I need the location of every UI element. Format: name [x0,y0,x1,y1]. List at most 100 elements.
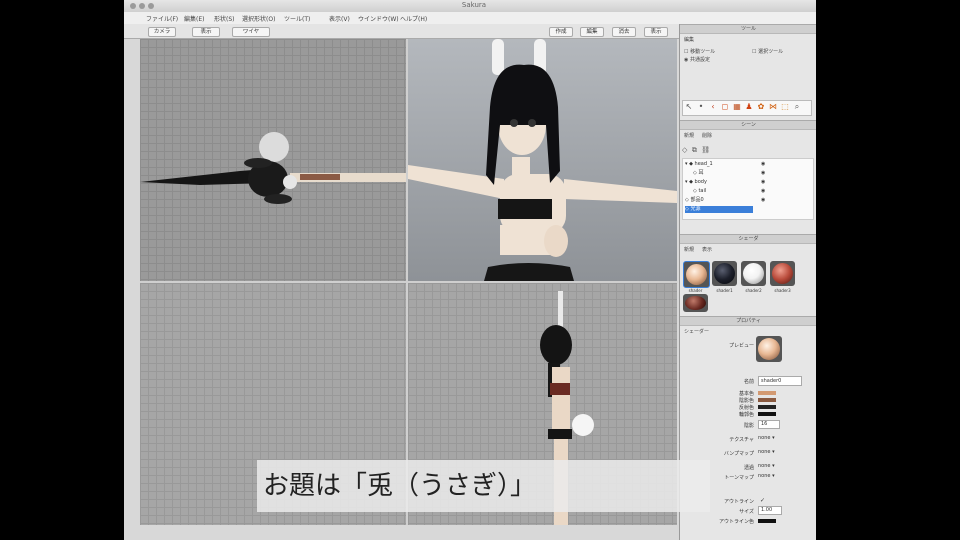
shader-tab-view[interactable]: 表示 [702,246,712,253]
texture-dropdown[interactable]: none ▾ [758,435,775,441]
flower-icon[interactable]: ✿ [756,102,766,112]
view-button[interactable]: 表示 [192,27,220,37]
bowtie-icon[interactable]: ⋈ [768,102,778,112]
menu-selected-shape[interactable]: 選択形状(O) [242,14,275,23]
outline-color-button[interactable] [758,519,776,523]
window-title: Sakura [461,1,487,9]
erase-button[interactable]: 消去 [612,27,636,37]
shader-ball [686,264,707,285]
color-label: 基本色 [738,391,754,397]
shadow-color-swatch[interactable] [758,398,776,402]
top-view-viewport[interactable] [140,39,406,281]
property-section: シェーダー [684,329,710,335]
color-label: 反射色 [738,405,754,411]
outline-label: アウトライン [723,499,754,505]
link-icon[interactable]: ⛓ [701,146,710,154]
tools-option-common[interactable]: ◉ 共通設定 [684,56,710,63]
menu-edit[interactable]: 編集(E) [184,14,204,23]
perspective-viewport[interactable] [408,39,677,281]
menu-help[interactable]: ヘルプ(H) [400,14,427,23]
scene-item[interactable]: ◇ 耳 ◉ [685,170,816,177]
menu-window[interactable]: ウインドウ(W) [358,14,399,23]
outline-color-swatch[interactable] [758,412,776,416]
scene-item[interactable]: ◇ tail ◉ [685,188,816,195]
chevron-down-icon: ▾ [772,473,775,479]
shader-name-field[interactable]: shader0 [758,376,802,386]
scene-item[interactable]: ▾ ◆ head_1 ◉ [685,161,816,168]
visibility-icon[interactable]: ◉ [761,179,765,186]
edit-button[interactable]: 編集 [580,27,604,37]
shader-tab-new[interactable]: 新規 [684,246,694,253]
create-button[interactable]: 作成 [549,27,573,37]
base-color-swatch[interactable] [758,391,776,395]
visibility-icon[interactable]: ◉ [761,197,765,204]
new-object-icon[interactable]: ◇ [682,146,687,154]
zoom-window-button[interactable] [148,3,154,9]
shader-ball [772,263,793,284]
tone-dropdown[interactable]: none ▾ [758,473,775,479]
magnifier-icon[interactable]: ⌕ [792,102,802,112]
scene-tab-delete[interactable]: 削除 [702,132,712,139]
scene-item[interactable]: ▾ ◆ body ◉ [685,179,816,186]
main-toolbar: カメラ 表示 ワイヤ 作成 編集 消去 表示 [124,24,679,39]
tools-option-move[interactable]: ☐ 移動ツール [684,48,715,55]
scene-item-selected[interactable]: ◇ 光源 [685,206,753,213]
dot-icon[interactable]: • [696,102,706,112]
reflect-color-swatch[interactable] [758,405,776,409]
camera-button[interactable]: カメラ [148,27,176,37]
box-icon[interactable]: ◻ [720,102,730,112]
menu-tools[interactable]: ツール(T) [284,14,310,23]
outline-checkbox[interactable]: ✓ [760,497,765,504]
shader-label: shader2 [745,288,762,293]
shader-thumbnail[interactable] [712,261,737,286]
shader-thumbnail[interactable] [683,294,708,312]
scene-tree: ▾ ◆ head_1 ◉ ◇ 耳 ◉ ▾ ◆ body ◉ ◇ tail ◉ ◇ 部品0… [682,158,814,220]
stack-icon[interactable]: ▦ [732,102,742,112]
shader-panel-header: シェーダ [680,234,816,244]
copy-icon[interactable]: ⧉ [692,146,697,154]
scene-tab-new[interactable]: 新規 [684,132,694,139]
perspective-model [408,39,677,281]
tone-label: トーンマップ [724,475,754,481]
outline-color-label: アウトライン色 [718,519,754,525]
crop-icon[interactable]: ⬚ [780,102,790,112]
viewport-area [140,39,677,525]
close-window-button[interactable] [130,3,136,9]
tools-option-select[interactable]: ☐ 選択ツール [752,48,783,55]
arrow-icon[interactable]: ‹ [708,102,718,112]
preview-ball [758,338,780,360]
radio-icon: ◉ [684,57,689,63]
tools-tab-edit[interactable]: 編集 [684,36,694,43]
wire-button[interactable]: ワイヤ [232,27,270,37]
minimize-window-button[interactable] [139,3,145,9]
lamp-icon[interactable]: ♟ [744,102,754,112]
menu-view[interactable]: 表示(V) [329,14,350,23]
shader-label: shader3 [774,288,791,293]
visibility-icon[interactable]: ◉ [761,170,765,177]
properties-panel-header: プロパティ [680,316,816,326]
tools-panel-header: ツール [680,24,816,34]
size-field[interactable]: 1.00 [758,506,782,515]
top-view-model [140,132,406,204]
color-label: 輪郭色 [738,412,754,418]
bump-dropdown[interactable]: none ▾ [758,449,775,455]
shader-label: shader [688,288,703,293]
scene-toolbar: ◇ ⧉ ⛓ [682,146,810,154]
shader-thumbnail[interactable] [683,261,710,288]
shade-value-field[interactable]: 16 [758,420,780,429]
shader-thumbnail[interactable] [770,261,795,286]
scene-item[interactable]: ◇ 部品0 ◉ [685,197,816,204]
shader-ball [714,263,735,284]
app-window: Sakura ファイル(F) 編集(E) 形状(S) 選択形状(O) ツール(T… [124,0,816,540]
visibility-icon[interactable]: ◉ [761,188,765,195]
transparency-dropdown[interactable]: none ▾ [758,463,775,469]
visibility-icon[interactable]: ◉ [761,161,765,168]
shader-thumbnail[interactable] [741,261,766,286]
display-button[interactable]: 表示 [644,27,668,37]
chevron-down-icon: ▾ [772,463,775,469]
menu-shape[interactable]: 形状(S) [214,14,235,23]
bump-label: バンプマップ [723,451,754,457]
menu-file[interactable]: ファイル(F) [146,14,178,23]
cursor-icon[interactable]: ↖ [684,102,694,112]
chevron-down-icon: ▾ [772,435,775,441]
